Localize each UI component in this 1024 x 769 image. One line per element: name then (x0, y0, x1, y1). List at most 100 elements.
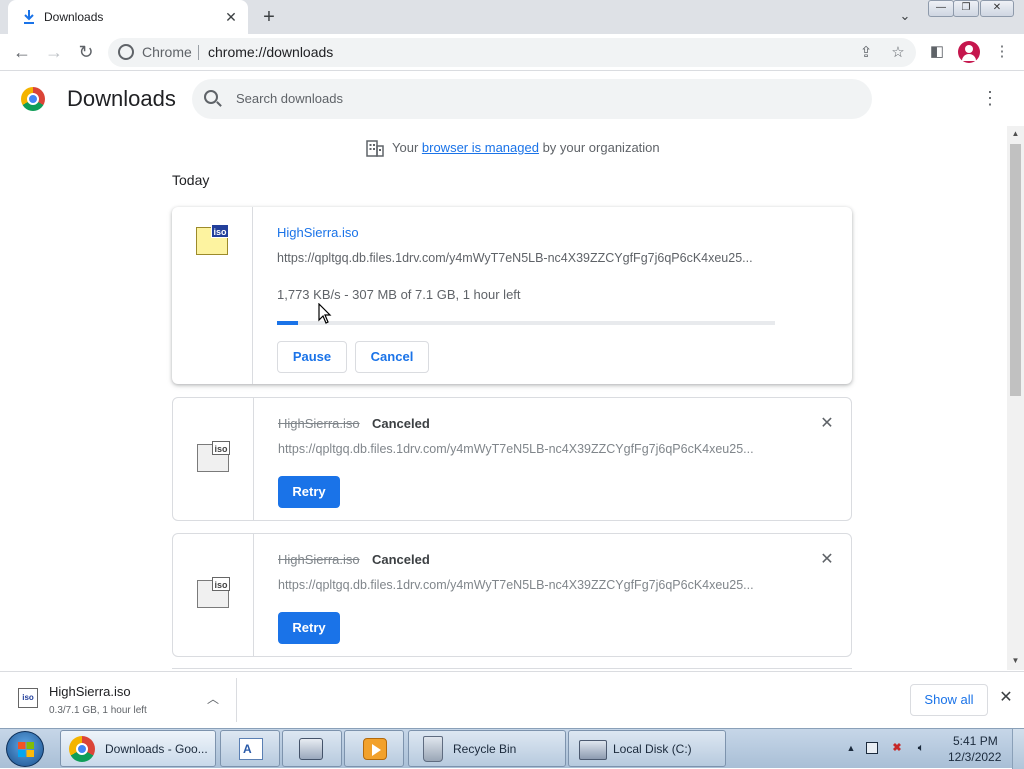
page-title: Downloads (67, 86, 176, 111)
download-status: Canceled (372, 552, 430, 567)
more-actions-icon[interactable]: ⋮ (980, 88, 1000, 108)
iso-badge: iso (211, 224, 229, 238)
managed-link[interactable]: browser is managed (422, 140, 539, 155)
download-icon (24, 10, 34, 24)
windows-taskbar: Downloads - Goo... A Recycle Bin Local D… (0, 728, 1024, 769)
retry-button[interactable]: Retry (278, 612, 340, 644)
remove-close-icon[interactable]: ✕ (817, 550, 837, 570)
taskbar-item-local-disk[interactable]: Local Disk (C:) (568, 730, 726, 767)
card-divider (253, 398, 254, 520)
download-card-active: iso HighSierra.iso https://qpltgq.db.fil… (172, 207, 852, 384)
managed-suffix: by your organization (538, 140, 660, 155)
retry-button[interactable]: Retry (278, 476, 340, 508)
start-button[interactable] (6, 731, 44, 767)
download-filename: HighSierra.iso (278, 416, 360, 431)
side-panel-icon[interactable]: ◧ (927, 42, 947, 62)
card-divider (252, 207, 253, 384)
tab-close-icon[interactable]: ✕ (222, 8, 240, 26)
iso-badge: iso (212, 441, 230, 455)
chrome-logo-icon (21, 87, 45, 111)
taskbar-item-label: Local Disk (C:) (613, 742, 692, 756)
browser-toolbar: ← → ↻ Chrome chrome://downloads ⇪ ☆ ◧ ⋮ (0, 34, 1024, 71)
bookmark-star-icon[interactable]: ☆ (888, 43, 908, 63)
forward-arrow-icon[interactable]: → (42, 40, 66, 64)
clock-time[interactable]: 5:41 PM (953, 734, 998, 748)
tab-search-chevron-icon[interactable]: ⌄ (895, 8, 915, 26)
search-downloads-input[interactable]: Search downloads (192, 79, 872, 119)
taskbar-item-wordpad[interactable]: A (220, 730, 280, 767)
managed-notice: Your browser is managed by your organiza… (392, 140, 660, 155)
iso-file-icon: iso (196, 224, 229, 255)
download-shelf: iso HighSierra.iso 0.3/7.1 GB, 1 hour le… (0, 671, 1024, 727)
tray-expand-icon[interactable]: ▲ (844, 741, 858, 755)
card-divider (253, 534, 254, 656)
iso-file-icon: iso (197, 577, 230, 608)
building-icon (366, 140, 384, 157)
iso-file-icon: iso (197, 441, 230, 472)
omnibox-url[interactable]: chrome://downloads (208, 44, 333, 60)
chevron-up-icon[interactable]: ︿ (204, 690, 222, 708)
download-url[interactable]: https://qpltgq.db.files.1drv.com/y4mWyT7… (278, 442, 778, 456)
chrome-menu-icon[interactable]: ⋮ (992, 42, 1012, 62)
minimize-button[interactable]: — (928, 0, 954, 17)
download-card-canceled: iso HighSierra.iso Canceled ✕ https://qp… (172, 397, 852, 521)
reload-icon[interactable]: ↻ (74, 40, 98, 64)
profile-avatar[interactable] (958, 41, 980, 63)
explorer-icon (579, 740, 607, 760)
download-filename[interactable]: HighSierra.iso (277, 225, 359, 240)
taskbar-item-label: Recycle Bin (453, 742, 517, 756)
download-progress-text: 1,773 KB/s - 307 MB of 7.1 GB, 1 hour le… (277, 287, 521, 302)
download-progress-fill (277, 321, 298, 325)
taskbar-item-media[interactable] (344, 730, 404, 767)
windows-logo-icon (18, 742, 34, 757)
taskbar-item-keyboard[interactable] (282, 730, 342, 767)
show-all-button[interactable]: Show all (910, 684, 988, 716)
download-url[interactable]: https://qpltgq.db.files.1drv.com/y4mWyT7… (277, 251, 777, 265)
restore-button[interactable]: ❐ (953, 0, 979, 17)
omnibox-separator (198, 45, 199, 60)
scrollbar-thumb[interactable] (1010, 144, 1021, 396)
shelf-progress-text: 0.3/7.1 GB, 1 hour left (49, 705, 147, 716)
pause-button[interactable]: Pause (277, 341, 347, 373)
window-close-button[interactable]: ✕ (980, 0, 1014, 17)
new-tab-button[interactable]: + (258, 6, 280, 28)
download-filename: HighSierra.iso (278, 552, 360, 567)
recycle-bin-icon (423, 736, 443, 762)
download-url[interactable]: https://qpltgq.db.files.1drv.com/y4mWyT7… (278, 578, 778, 592)
tab-downloads[interactable]: Downloads ✕ (8, 0, 248, 34)
search-icon (204, 90, 218, 104)
mouse-cursor-icon (318, 303, 332, 324)
cancel-button[interactable]: Cancel (355, 341, 429, 373)
download-progress-bar (277, 321, 775, 325)
scroll-up-arrow-icon[interactable]: ▲ (1010, 129, 1021, 141)
download-status: Canceled (372, 416, 430, 431)
share-icon[interactable]: ⇪ (856, 43, 876, 63)
media-player-icon (363, 738, 387, 760)
taskbar-item-recycle-bin[interactable]: Recycle Bin (408, 730, 566, 767)
download-card-canceled: iso HighSierra.iso Canceled ✕ https://qp… (172, 533, 852, 657)
tab-title: Downloads (44, 10, 104, 24)
network-icon[interactable] (866, 742, 878, 754)
taskbar-item-label: Downloads - Goo... (105, 742, 208, 756)
managed-prefix: Your (392, 140, 422, 155)
omnibox-chip: Chrome (142, 44, 192, 60)
back-arrow-icon[interactable]: ← (10, 40, 34, 64)
clock-date[interactable]: 12/3/2022 (948, 750, 1001, 764)
scroll-down-arrow-icon[interactable]: ▼ (1010, 656, 1021, 668)
wordpad-icon: A (239, 738, 263, 760)
close-shelf-icon[interactable]: ✕ (996, 688, 1016, 708)
site-info-icon[interactable] (118, 44, 134, 60)
taskbar-item-chrome[interactable]: Downloads - Goo... (60, 730, 216, 767)
remove-close-icon[interactable]: ✕ (817, 414, 837, 434)
keyboard-icon (299, 738, 323, 760)
address-bar[interactable]: Chrome chrome://downloads ⇪ ☆ (108, 38, 916, 67)
tab-strip: Downloads ✕ + ⌄ — ❐ ✕ (0, 0, 1024, 34)
downloads-header: Downloads Search downloads ⋮ (0, 72, 1024, 126)
shelf-filename[interactable]: HighSierra.iso (49, 684, 131, 699)
iso-badge: iso (212, 577, 230, 591)
section-date-label: Today (172, 172, 210, 188)
chrome-icon (69, 736, 95, 762)
action-center-flag-icon[interactable]: ✖ (890, 741, 904, 755)
show-desktop-button[interactable] (1012, 729, 1024, 769)
volume-icon[interactable]: 🔈︎ (914, 741, 928, 755)
